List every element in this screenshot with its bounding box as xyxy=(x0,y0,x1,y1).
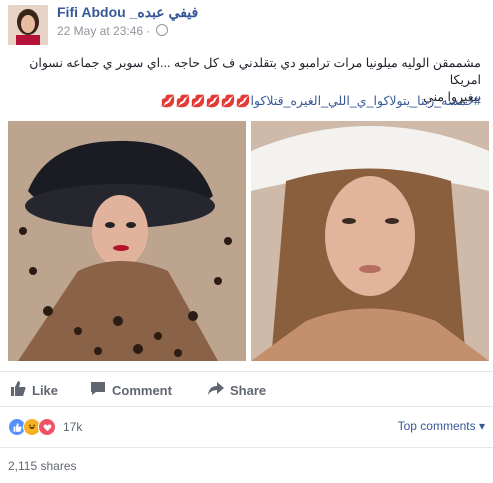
like-button[interactable]: Like xyxy=(10,381,58,399)
photo-woman-black-hat-leopard[interactable] xyxy=(8,121,246,361)
top-comments-dropdown[interactable]: Top comments ▾ xyxy=(398,419,485,433)
love-icon xyxy=(38,418,56,436)
author-name[interactable]: Fifi Abdou xyxy=(57,4,126,20)
share-arrow-icon xyxy=(208,381,224,399)
like-label: Like xyxy=(32,382,59,398)
author-name-arabic[interactable]: _فيفي عبده xyxy=(130,4,199,20)
kiss-emoji: 💋💋💋💋💋💋 xyxy=(160,94,251,108)
shares-count[interactable]: 2,115 shares xyxy=(8,459,77,473)
share-label: Share xyxy=(230,382,267,398)
comment-icon xyxy=(90,381,106,399)
divider-actions-bottom xyxy=(0,406,493,407)
hashtag-link[interactable]: #حمسه_ربنا_يتولاكوا_ي_اللي_الغيره_قتلاكو… xyxy=(250,94,481,108)
author-avatar[interactable] xyxy=(8,5,48,45)
reactions-summary[interactable]: 17k xyxy=(8,418,82,436)
post-meta: 22 May at 23:46 · xyxy=(57,24,168,38)
timestamp[interactable]: 22 May at 23:46 · xyxy=(57,24,150,38)
comment-button[interactable]: Comment xyxy=(90,381,172,399)
divider-actions-top xyxy=(0,371,493,372)
facebook-post: Fifi Abdou _فيفي عبده 22 May at 23:46 · … xyxy=(0,0,493,483)
share-button[interactable]: Share xyxy=(208,381,266,399)
photo-woman-white-hat[interactable] xyxy=(251,121,489,361)
comment-label: Comment xyxy=(112,382,172,398)
reaction-count[interactable]: 17k xyxy=(63,420,82,434)
globe-icon xyxy=(155,24,168,36)
divider-comments xyxy=(0,447,493,448)
thumbs-up-icon xyxy=(10,381,26,399)
author-name-row[interactable]: Fifi Abdou _فيفي عبده xyxy=(57,4,198,21)
post-text-line1: مشممقن الوليه ميلونيا مرات ترامبو دي بتق… xyxy=(29,56,481,87)
post-hashtags-row: #حمسه_ربنا_يتولاكوا_ي_اللي_الغيره_قتلاكو… xyxy=(161,93,481,108)
